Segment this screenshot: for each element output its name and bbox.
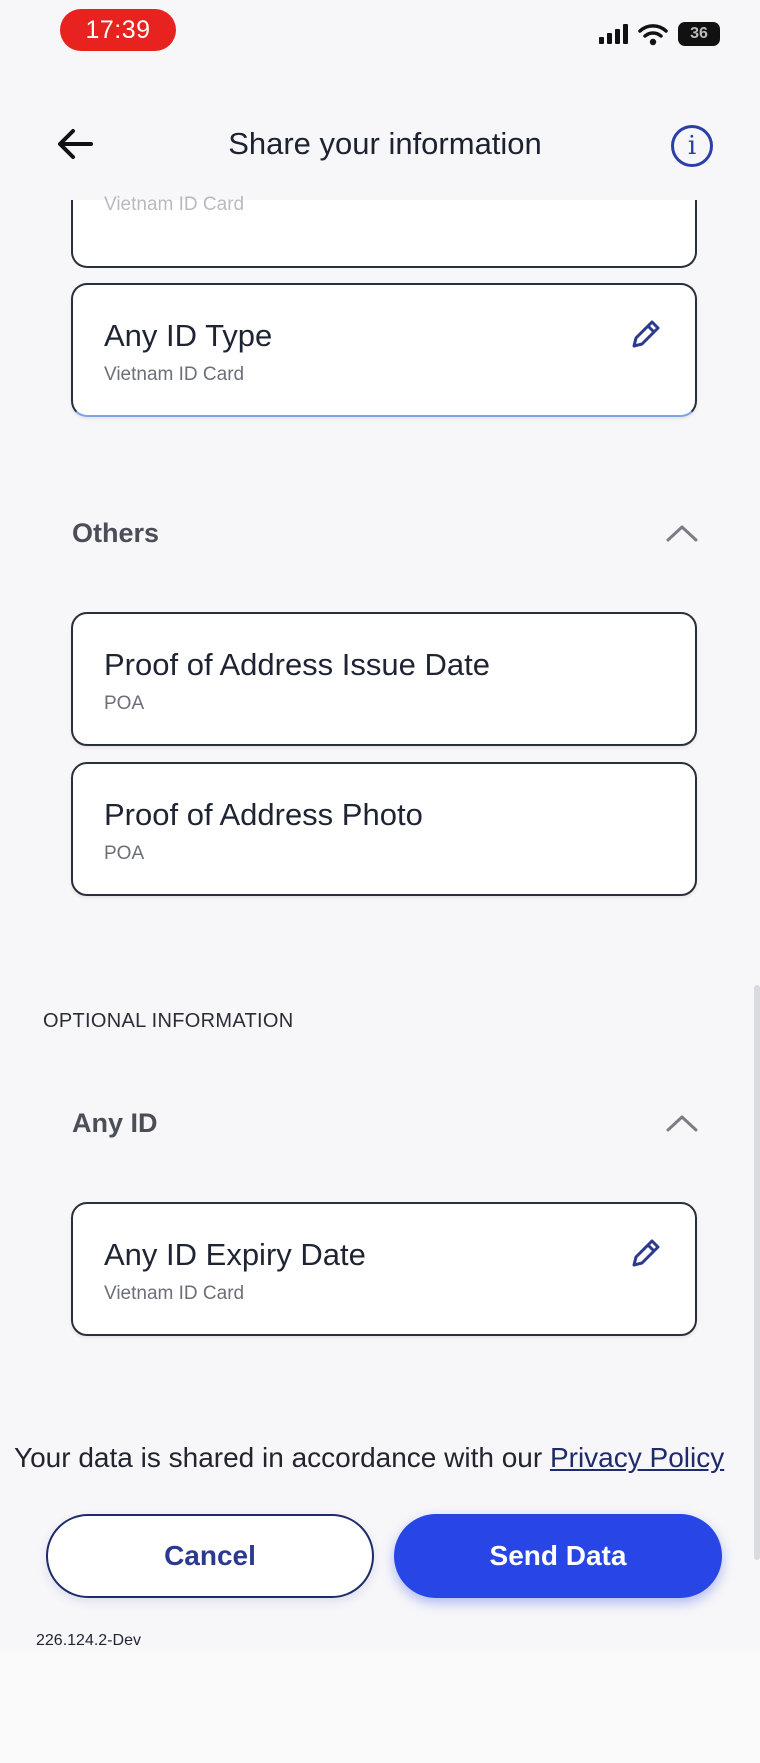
app-version: 226.124.2-Dev (36, 1632, 141, 1649)
signal-icon (599, 24, 628, 44)
scrollbar[interactable] (754, 985, 760, 1560)
card-subtitle: Vietnam ID Card (104, 1283, 245, 1304)
share-information-screen: 17:39 36 Share your information i Vietna… (0, 0, 760, 1763)
page-title: Share your information (228, 126, 542, 161)
cancel-button[interactable]: Cancel (46, 1514, 374, 1598)
card-subtitle: POA (104, 843, 145, 864)
wifi-icon (638, 24, 668, 46)
info-icon: i (687, 131, 697, 161)
card-any-id-type[interactable]: Any ID Type Vietnam ID Card (71, 283, 697, 417)
chevron-up-icon[interactable] (665, 1113, 699, 1133)
pencil-icon[interactable] (627, 1234, 665, 1272)
card-subtitle: POA (104, 693, 145, 714)
battery-icon: 36 (678, 22, 720, 46)
privacy-notice-text: Your data is shared in accordance with o… (14, 1442, 550, 1473)
partial-card[interactable]: Vietnam ID Card (71, 194, 697, 268)
section-title-any-id: Any ID (72, 1108, 158, 1138)
card-subtitle: Vietnam ID Card (104, 364, 245, 385)
info-button[interactable]: i (671, 125, 713, 167)
partial-card-subtitle: Vietnam ID Card (104, 194, 245, 215)
status-icons: 36 (599, 22, 720, 46)
card-title: Proof of Address Issue Date (104, 647, 490, 682)
card-title: Proof of Address Photo (104, 797, 423, 832)
chevron-up-icon[interactable] (665, 523, 699, 543)
send-data-button[interactable]: Send Data (394, 1514, 722, 1598)
status-time: 17:39 (60, 9, 176, 51)
optional-information-label: OPTIONAL INFORMATION (43, 1010, 294, 1032)
privacy-policy-link[interactable]: Privacy Policy (550, 1442, 724, 1473)
pencil-icon[interactable] (627, 315, 665, 353)
card-title: Any ID Type (104, 318, 273, 353)
card-title: Any ID Expiry Date (104, 1237, 366, 1272)
section-title-others: Others (72, 518, 160, 548)
card-poa-photo[interactable]: Proof of Address Photo POA (71, 762, 697, 896)
bottom-area (0, 1650, 760, 1763)
card-poa-issue-date[interactable]: Proof of Address Issue Date POA (71, 612, 697, 746)
privacy-notice: Your data is shared in accordance with o… (14, 1442, 724, 1474)
card-any-id-expiry-date[interactable]: Any ID Expiry Date Vietnam ID Card (71, 1202, 697, 1336)
